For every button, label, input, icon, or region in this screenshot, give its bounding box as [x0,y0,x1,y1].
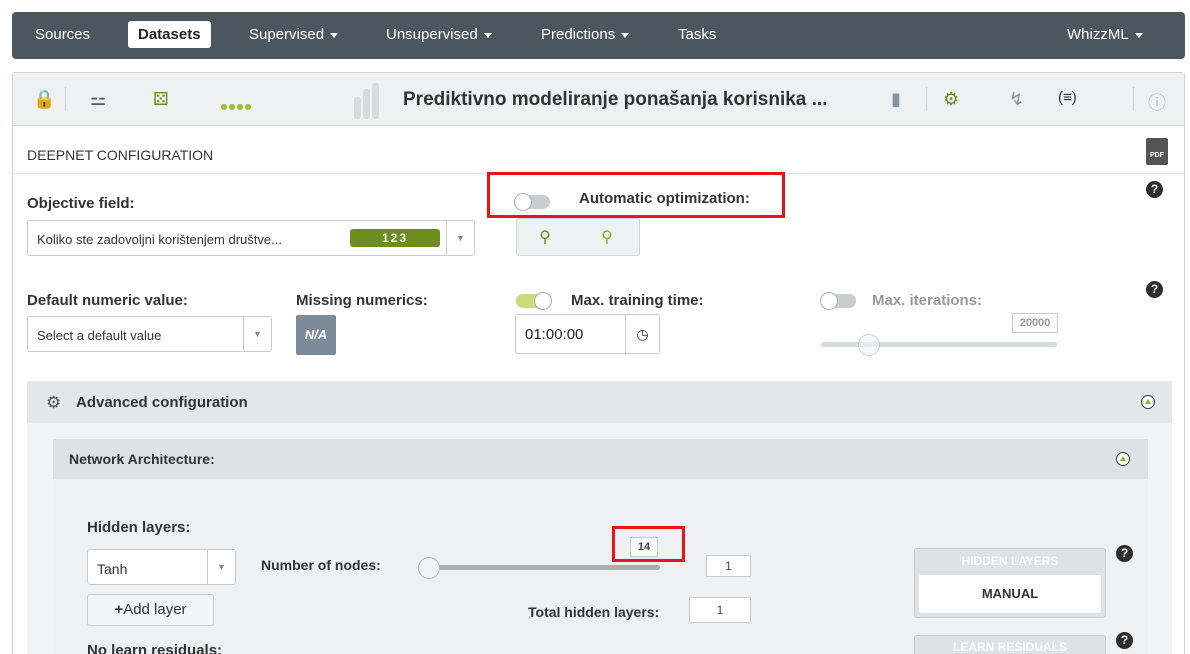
total-hidden-value[interactable]: 1 [689,597,751,623]
highlight-box [487,172,785,218]
default-numeric-label: Default numeric value: [27,292,188,309]
network-architecture-header[interactable] [53,439,1148,479]
objective-field-select[interactable]: Koliko ste zadovoljni korištenjem društv… [27,220,475,256]
nav-unsupervised[interactable]: Unsupervised [386,26,492,43]
help-icon[interactable]: ? [1116,632,1133,649]
max-training-label: Max. training time: [571,292,704,309]
nav-tasks[interactable]: Tasks [678,26,716,43]
advanced-config-title: Advanced configuration [76,394,248,411]
lock-icon[interactable]: 🔒 [33,89,55,110]
lightning-icon[interactable]: ↯ [1009,89,1024,110]
default-numeric-select[interactable]: Select a default value ▼ [27,316,272,352]
total-hidden-label: Total hidden layers: [528,604,660,620]
chart-icon[interactable]: ▮ [891,89,901,110]
network-search-alt-icon[interactable]: ⚲ [593,227,621,247]
max-training-input[interactable]: 01:00:00 ◷ [515,314,660,354]
cluster-tree-icon[interactable]: ⚍ [90,89,106,110]
max-iterations-slider-handle[interactable] [858,334,880,356]
chevron-down-icon: ▼ [207,550,235,584]
no-learn-residuals-label: No learn residuals: [87,642,223,654]
nav-unsupervised-label: Unsupervised [386,26,478,43]
chevron-down-icon [330,32,339,38]
missing-numerics-button[interactable]: N/A [296,315,336,355]
chevron-down-icon [621,32,630,38]
hidden-layers-card-title: HIDDEN LAYERS [961,554,1059,568]
toolbar-divider [65,87,66,111]
dataset-title: Prediktivno modeliranje ponašanja korisn… [403,89,828,110]
nav-whizzml-label: WhizzML [1067,26,1129,43]
nav-sources[interactable]: Sources [35,26,90,43]
pdf-icon[interactable]: PDF [1146,138,1168,165]
nodes-slider-handle[interactable] [418,557,440,579]
nodes-label: Number of nodes: [261,557,381,573]
hidden-layers-card-value: MANUAL [919,575,1101,613]
nav-predictions[interactable]: Predictions [541,26,630,43]
top-navbar: Sources Datasets Supervised Unsupervised… [12,12,1185,59]
max-iterations-slider[interactable] [821,342,1057,347]
field-types-icon[interactable]: ⚄ [153,89,169,110]
plus-icon: + [114,601,124,618]
nav-supervised-label: Supervised [249,26,325,43]
help-icon[interactable]: ? [1146,281,1163,298]
dataset-toolbar: 🔒 ⚍ ⚄ Prediktivno modeliranje ponašanja … [13,73,1184,126]
objective-field-value: Koliko ste zadovoljni korištenjem društv… [37,232,282,247]
hidden-layers-label: Hidden layers: [87,519,191,536]
max-iterations-label: Max. iterations: [872,292,983,309]
activation-select[interactable]: Tanh ▼ [87,549,236,585]
chevron-down-icon: ▼ [243,317,271,351]
formula-icon[interactable]: (≡) [1058,89,1077,106]
help-icon[interactable]: ? [1116,545,1133,562]
learn-residuals-card-title: LEARN RESIDUALS [952,640,1067,654]
max-iterations-value: 20000 [1012,313,1058,333]
toolbar-divider [926,87,927,111]
toolbar-divider [1133,87,1134,111]
nav-whizzml[interactable]: WhizzML [1067,26,1143,43]
configure-gears-icon[interactable]: ⚙ [943,89,959,110]
section-title: DEEPNET CONFIGURATION [27,147,214,163]
nav-predictions-label: Predictions [541,26,616,43]
objective-field-label: Objective field: [27,195,135,212]
network-search-icon[interactable]: ⚲ [531,227,559,247]
max-training-value: 01:00:00 [525,326,584,343]
optimization-buttons: ⚲ ⚲ [516,218,640,256]
dataset-bars-icon [354,83,381,119]
add-layer-button[interactable]: +Add layer [87,594,214,626]
help-icon[interactable]: ? [1146,181,1163,198]
hidden-layers-card[interactable]: HIDDEN LAYERS MANUAL [914,548,1106,618]
numeric-type-badge: 123 [350,229,440,247]
default-numeric-placeholder: Select a default value [37,328,162,343]
activation-value: Tanh [97,561,128,577]
network-architecture-title: Network Architecture: [69,451,215,467]
collapse-icon[interactable] [1141,395,1155,409]
clock-icon[interactable]: ◷ [625,315,659,353]
nodes-value[interactable]: 1 [706,555,751,577]
gears-icon: ⚙ [46,393,62,412]
max-training-toggle[interactable] [516,292,552,310]
chevron-down-icon: ▼ [446,221,474,255]
nodes-slider[interactable] [428,565,660,570]
missing-numerics-label: Missing numerics: [296,292,428,309]
chevron-down-icon [483,32,492,38]
add-layer-label: Add layer [123,601,187,618]
progress-dots [221,97,253,113]
collapse-icon[interactable] [1116,452,1130,466]
learn-residuals-card[interactable]: LEARN RESIDUALS [914,635,1106,654]
chevron-down-icon [1134,32,1143,38]
highlight-box [612,526,685,562]
nav-supervised[interactable]: Supervised [249,26,339,43]
info-icon[interactable]: ⓘ [1148,89,1166,115]
nav-datasets[interactable]: Datasets [128,21,211,48]
max-iterations-toggle[interactable] [820,292,856,310]
